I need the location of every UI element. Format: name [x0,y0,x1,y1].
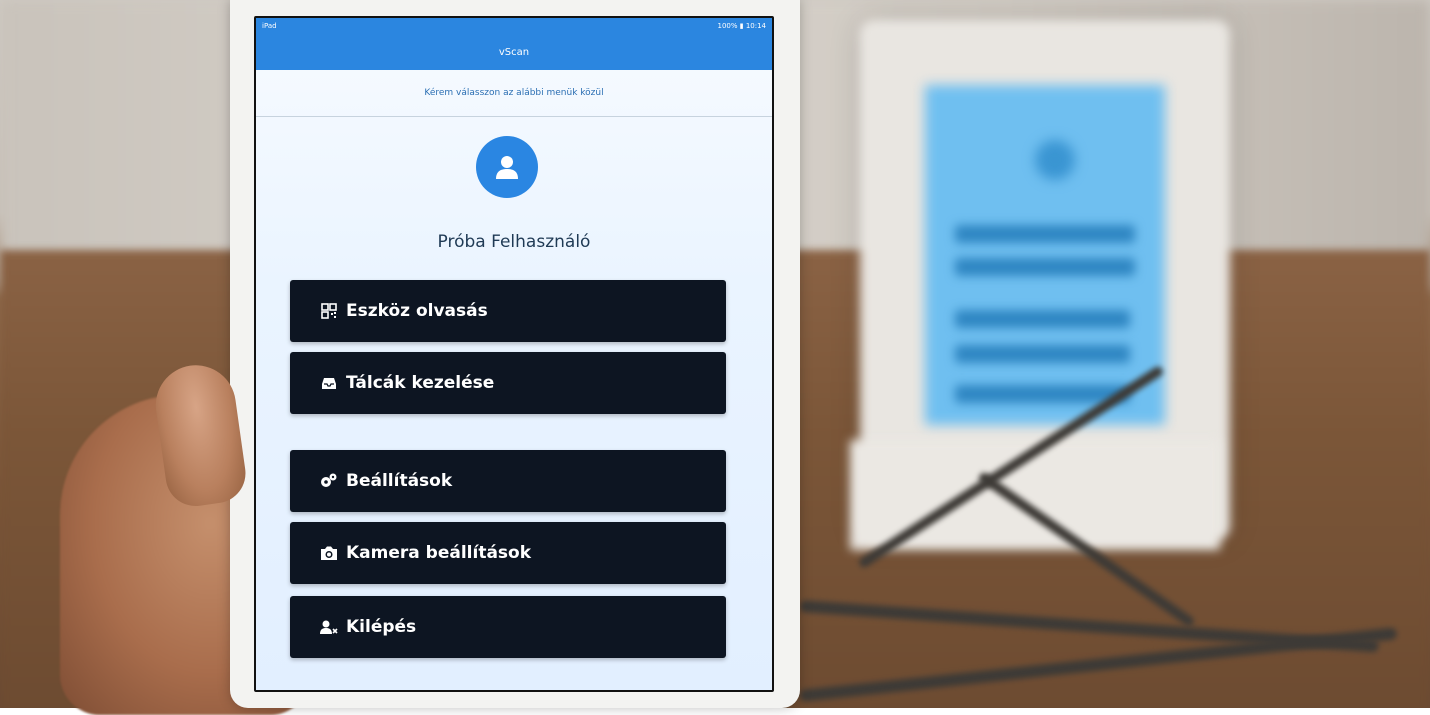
menu-label: Kilépés [346,617,417,637]
tray-icon [320,374,338,392]
menu-button-camera-settings[interactable]: Kamera beállítások [290,522,726,584]
blurred-bar [955,225,1135,243]
status-bar: iPad 100% ▮ 10:14 [256,18,772,34]
camera-icon [320,544,338,562]
app-title: vScan [498,46,530,58]
app-view: iPad 100% ▮ 10:14 vScan Kérem válasszon … [256,18,772,690]
user-remove-icon [320,618,338,636]
tablet-screen: iPad 100% ▮ 10:14 vScan Kérem válasszon … [254,16,774,692]
menu-button-device-reading[interactable]: Eszköz olvasás [290,280,726,342]
blurred-bar [955,345,1130,363]
menu-button-settings[interactable]: Beállítások [290,450,726,512]
user-icon [496,156,518,179]
app-bar: vScan [256,34,772,70]
blurred-scanner-screen [925,85,1165,425]
tablet: iPad 100% ▮ 10:14 vScan Kérem válasszon … [230,0,800,708]
status-left: iPad [262,22,277,30]
menu-label: Beállítások [346,471,453,491]
user-name: Próba Felhasználó [437,232,591,252]
menu-label: Eszköz olvasás [346,301,488,321]
menu-prompt: Kérem válasszon az alábbi menük közül [256,70,772,117]
menu-prompt-text: Kérem válasszon az alábbi menük közül [424,88,604,98]
blurred-bar [955,310,1130,328]
menu-button-tray-management[interactable]: Tálcák kezelése [290,352,726,414]
blurred-bar [955,258,1135,276]
gears-icon [320,472,338,490]
menu-button-logout[interactable]: Kilépés [290,596,726,658]
qr-code-icon [320,302,338,320]
menu-label: Kamera beállítások [346,543,532,563]
menu-label: Tálcák kezelése [346,373,495,393]
avatar [476,136,538,198]
blurred-avatar [1035,140,1075,180]
status-right: 100% ▮ 10:14 [717,22,767,30]
